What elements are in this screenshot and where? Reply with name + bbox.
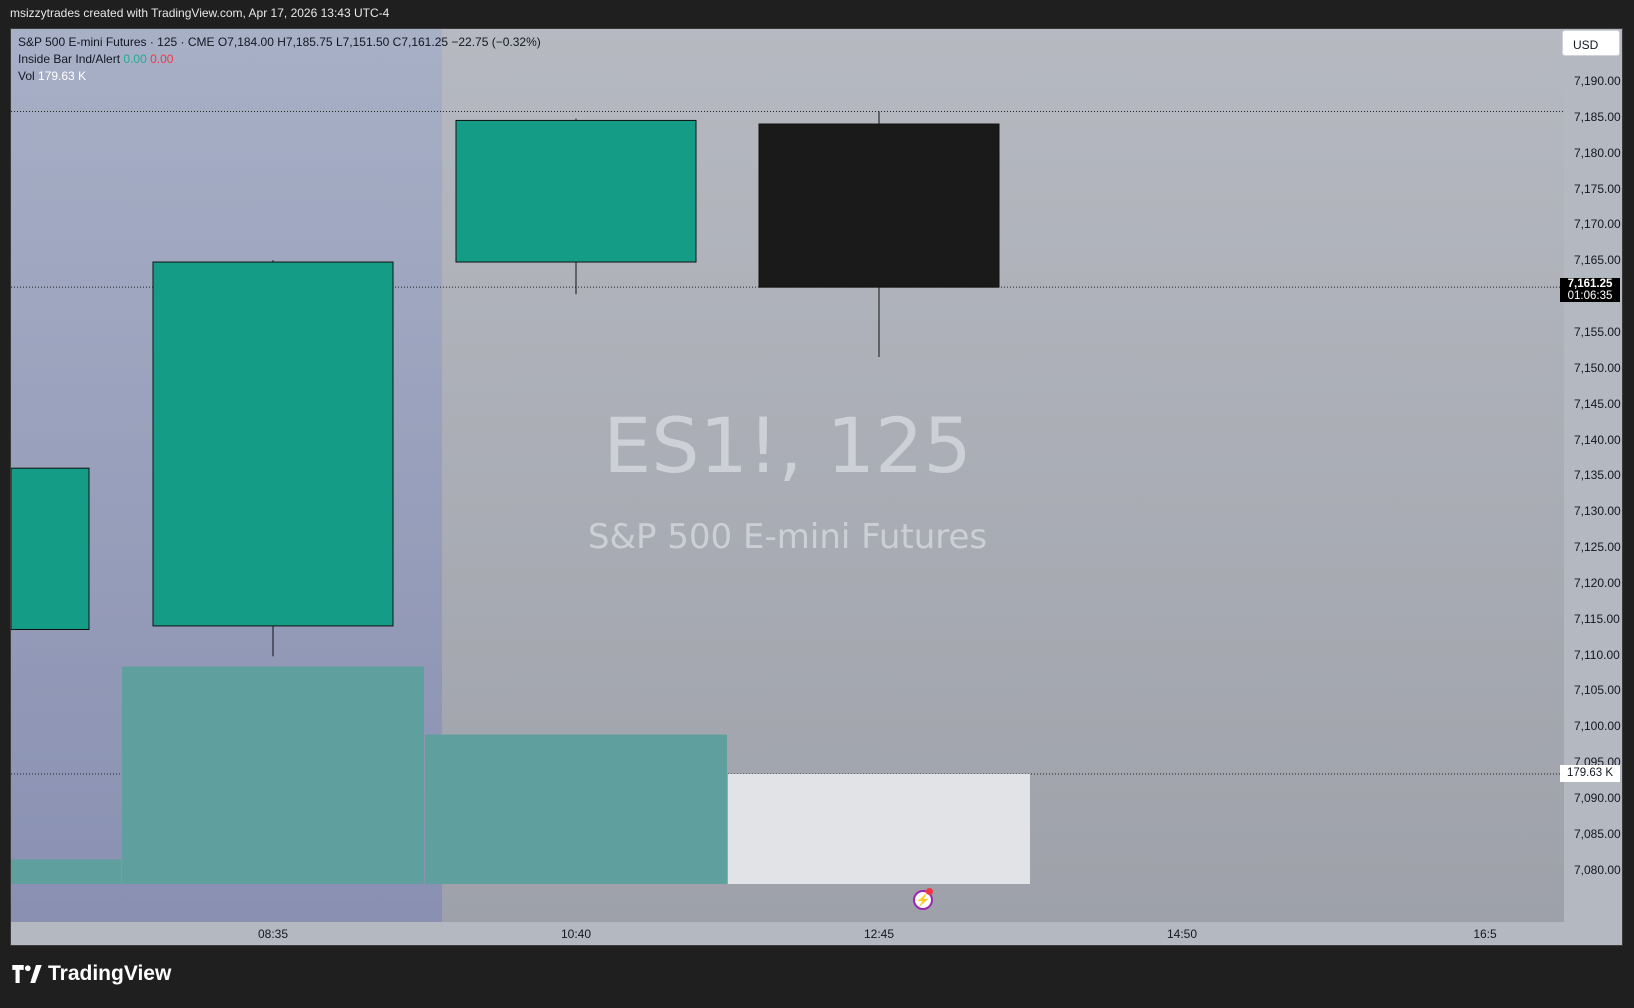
price-tick-label: 7,180.00 bbox=[1574, 145, 1621, 160]
price-tick-label: 7,090.00 bbox=[1574, 791, 1621, 805]
chart-legend: S&P 500 E-mini Futures · 125 · CME O7,18… bbox=[18, 34, 541, 85]
price-tick-label: 7,125.00 bbox=[1574, 540, 1621, 555]
price-tick-label: 7,140.00 bbox=[1574, 432, 1621, 447]
indicator-legend-row[interactable]: Inside Bar Ind/Alert 0.00 0.00 bbox=[18, 51, 541, 68]
indicator-value-up: 0.00 bbox=[123, 52, 147, 66]
chart-area[interactable]: ES1!, 125 S&P 500 E-mini Futures S&P 500… bbox=[10, 28, 1623, 946]
price-tick-label: 7,085.00 bbox=[1574, 826, 1621, 841]
volume-bar bbox=[425, 734, 727, 884]
candle-body bbox=[455, 119, 697, 263]
price-tick-label: 7,185.00 bbox=[1574, 109, 1621, 124]
symbol-watermark: ES1!, 125 bbox=[603, 401, 972, 490]
price-tick-label: 7,105.00 bbox=[1574, 683, 1621, 698]
price-tick-label: 7,155.00 bbox=[1574, 324, 1621, 339]
last-price-value: 7,161.25 bbox=[1567, 278, 1613, 291]
time-tick-label: 08:35 bbox=[257, 927, 289, 941]
volume-bar bbox=[11, 859, 121, 884]
price-tick-label: 7,170.00 bbox=[1574, 217, 1621, 232]
indicator-name: Inside Bar Ind/Alert bbox=[18, 52, 121, 66]
volume-bar bbox=[122, 666, 424, 884]
candle bbox=[455, 118, 697, 295]
time-axis[interactable] bbox=[11, 922, 1622, 945]
symbol-description-watermark: S&P 500 E-mini Futures bbox=[587, 517, 988, 557]
volume-legend-row[interactable]: Vol 179.63 K bbox=[18, 68, 541, 85]
candles bbox=[11, 111, 1000, 657]
price-tick-label: 7,145.00 bbox=[1574, 396, 1621, 411]
volume-axis-label: 179.63 K bbox=[1560, 764, 1620, 782]
currency-button[interactable]: USD bbox=[1562, 30, 1620, 56]
volume-bar bbox=[728, 773, 1030, 884]
time-tick-label: 16:5 bbox=[1473, 927, 1497, 941]
alert-notification-dot bbox=[926, 888, 933, 895]
price-tick-label: 7,150.00 bbox=[1574, 360, 1621, 375]
price-tick-label: 7,100.00 bbox=[1574, 719, 1621, 734]
price-tick-label: 7,080.00 bbox=[1574, 862, 1621, 877]
tradingview-logo-icon bbox=[12, 965, 42, 983]
price-tick-label: 7,120.00 bbox=[1574, 575, 1621, 590]
bar-countdown: 01:06:35 bbox=[1567, 290, 1613, 303]
symbol-ohlc-line[interactable]: S&P 500 E-mini Futures · 125 · CME O7,18… bbox=[18, 34, 541, 51]
tradingview-logo[interactable]: TradingView bbox=[12, 962, 171, 986]
volume-bars bbox=[11, 666, 1030, 884]
candle-body bbox=[758, 123, 1000, 288]
candle bbox=[758, 111, 1000, 358]
price-tick-label: 7,175.00 bbox=[1574, 181, 1621, 196]
time-tick-label: 10:40 bbox=[560, 927, 592, 941]
attribution-text: msizzytrades created with TradingView.co… bbox=[10, 6, 390, 20]
price-tick-label: 7,110.00 bbox=[1574, 647, 1620, 662]
volume-legend-value: 179.63 K bbox=[38, 69, 87, 83]
price-tick-label: 7,130.00 bbox=[1574, 504, 1621, 519]
price-tick-label: 7,190.00 bbox=[1574, 74, 1621, 88]
price-tick-label: 7,165.00 bbox=[1574, 253, 1621, 268]
time-tick-label: 12:45 bbox=[863, 927, 895, 941]
volume-legend-label: Vol bbox=[18, 69, 35, 83]
last-price-label: 7,161.25 01:06:35 bbox=[1560, 278, 1620, 303]
price-tick-label: 7,115.00 bbox=[1574, 611, 1620, 626]
indicator-value-down: 0.00 bbox=[150, 52, 174, 66]
tradingview-brand-text: TradingView bbox=[48, 962, 172, 985]
time-tick-label: 14:50 bbox=[1166, 927, 1198, 941]
price-tick-label: 7,135.00 bbox=[1574, 468, 1621, 483]
